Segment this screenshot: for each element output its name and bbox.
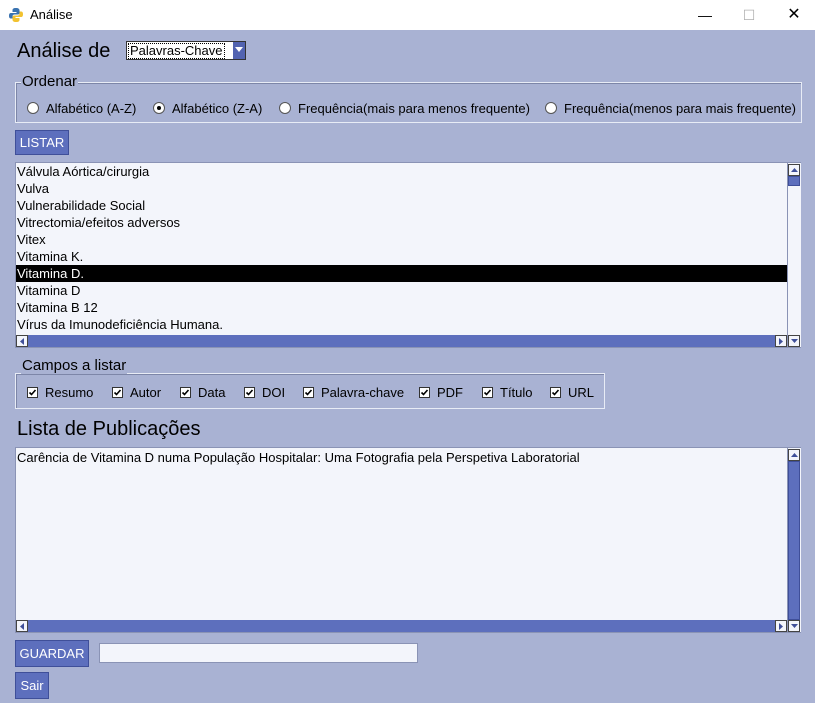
minimize-button[interactable]: — xyxy=(682,0,728,30)
checkbox-box[interactable] xyxy=(550,386,561,398)
vertical-scrollbar[interactable] xyxy=(787,448,801,632)
radio-za[interactable]: Alfabético (Z-A) xyxy=(153,100,262,116)
scroll-up-icon[interactable] xyxy=(788,449,800,461)
list-item[interactable]: Vitamina B 12 xyxy=(16,299,787,316)
list-item[interactable]: Válvula Aórtica/cirurgia xyxy=(16,163,787,180)
checkbox-box[interactable] xyxy=(27,386,38,398)
maximize-button[interactable]: ☐ xyxy=(726,0,772,30)
list-item[interactable]: Vitex xyxy=(16,231,787,248)
checkbox-autor[interactable]: Autor xyxy=(112,384,161,400)
close-button[interactable]: ✕ xyxy=(771,0,815,30)
scroll-right-icon[interactable] xyxy=(775,620,787,632)
listar-button[interactable]: LISTAR xyxy=(15,130,69,155)
campos-title: Campos a listar xyxy=(21,357,128,374)
checkbox-url[interactable]: URL xyxy=(550,384,594,400)
radio-label: Frequência(mais para menos frequente) xyxy=(298,100,530,116)
chevron-down-icon[interactable] xyxy=(233,42,245,59)
checkbox-label: DOI xyxy=(262,384,286,400)
radio-freq-asc[interactable]: Frequência(menos para mais frequente) xyxy=(545,100,796,116)
checkbox-titulo[interactable]: Título xyxy=(482,384,533,400)
checkbox-label: Resumo xyxy=(45,384,94,400)
checkbox-box[interactable] xyxy=(180,386,191,398)
list-item[interactable]: Vitamina D xyxy=(16,282,787,299)
checkbox-label: Autor xyxy=(130,384,162,400)
list-item[interactable]: Vulva xyxy=(16,180,787,197)
radio-label: Frequência(menos para mais frequente) xyxy=(564,100,796,116)
analise-dropdown-value: Palavras-Chave xyxy=(128,43,225,59)
checkbox-box[interactable] xyxy=(482,386,493,398)
horizontal-scrollbar[interactable] xyxy=(16,335,787,347)
list-item[interactable]: Vitrectomia/efeitos adversos xyxy=(16,214,787,231)
checkbox-pdf[interactable]: PDF xyxy=(419,384,463,400)
scroll-right-icon[interactable] xyxy=(775,335,787,347)
keywords-listbox[interactable]: Válvula Aórtica/cirurgia Vulva Vulnerabi… xyxy=(15,162,801,348)
checkbox-label: URL xyxy=(568,384,595,400)
list-item-selected[interactable]: Vitamina D. xyxy=(16,265,787,282)
vertical-scrollbar[interactable] xyxy=(787,163,801,347)
radio-az[interactable]: Alfabético (A-Z) xyxy=(27,100,136,116)
analise-label: Análise de xyxy=(17,40,111,62)
checkbox-box[interactable] xyxy=(303,386,314,398)
radio-circle[interactable] xyxy=(27,102,39,114)
scroll-left-icon[interactable] xyxy=(16,335,28,347)
horizontal-scrollbar[interactable] xyxy=(16,620,787,632)
scroll-down-icon[interactable] xyxy=(788,620,800,632)
checkbox-label: PDF xyxy=(437,384,463,400)
list-item[interactable]: Vulnerabilidade Social xyxy=(16,197,787,214)
title-bar: Análise — ☐ ✕ xyxy=(0,0,815,30)
scroll-up-icon[interactable] xyxy=(788,164,800,176)
checkbox-palavra-chave[interactable]: Palavra-chave xyxy=(303,384,404,400)
radio-circle[interactable] xyxy=(153,102,165,114)
checkbox-resumo[interactable]: Resumo xyxy=(27,384,93,400)
radio-label: Alfabético (Z-A) xyxy=(172,100,263,116)
guardar-filename-input[interactable] xyxy=(99,643,418,663)
checkbox-data[interactable]: Data xyxy=(180,384,225,400)
scroll-thumb[interactable] xyxy=(788,176,800,186)
scroll-left-icon[interactable] xyxy=(16,620,28,632)
analise-dropdown[interactable]: Palavras-Chave xyxy=(126,41,246,60)
publicacoes-text: Carência de Vitamina D numa População Ho… xyxy=(17,450,580,465)
sair-button[interactable]: Sair xyxy=(15,672,49,699)
radio-circle[interactable] xyxy=(279,102,291,114)
scroll-thumb[interactable] xyxy=(788,461,800,620)
scroll-down-icon[interactable] xyxy=(788,335,800,347)
checkbox-label: Data xyxy=(198,384,226,400)
publicacoes-textbox[interactable]: Carência de Vitamina D numa População Ho… xyxy=(15,447,801,633)
checkbox-box[interactable] xyxy=(112,386,123,398)
checkbox-label: Título xyxy=(500,384,533,400)
radio-freq-desc[interactable]: Frequência(mais para menos frequente) xyxy=(279,100,530,116)
checkbox-doi[interactable]: DOI xyxy=(244,384,285,400)
window-title: Análise xyxy=(30,7,73,22)
radio-circle[interactable] xyxy=(545,102,557,114)
radio-label: Alfabético (A-Z) xyxy=(46,100,137,116)
checkbox-label: Palavra-chave xyxy=(321,384,405,400)
list-item[interactable]: Vitamina K. xyxy=(16,248,787,265)
list-item[interactable]: Vírus da Imunodeficiência Humana. xyxy=(16,316,787,333)
python-icon xyxy=(8,7,24,23)
checkbox-box[interactable] xyxy=(419,386,430,398)
checkbox-box[interactable] xyxy=(244,386,255,398)
ordenar-title: Ordenar xyxy=(21,73,79,90)
publicacoes-heading: Lista de Publicações xyxy=(17,418,201,440)
guardar-button[interactable]: GUARDAR xyxy=(15,640,89,667)
